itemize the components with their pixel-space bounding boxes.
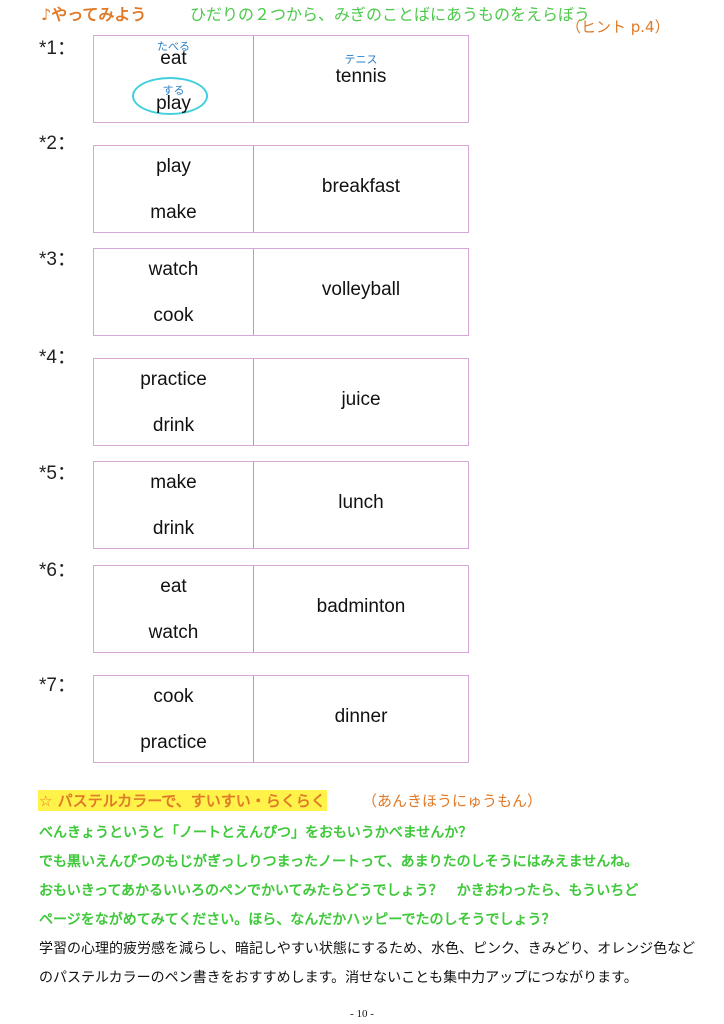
- choice-cell: play make: [94, 146, 254, 232]
- question-box: eat watch badminton: [93, 565, 469, 653]
- question-box: cook practice dinner: [93, 675, 469, 763]
- black-paragraph-line: 学習の心理的疲労感を減らし、暗記しやすい状態にするため、水色、ピンク、きみどり、…: [39, 941, 696, 957]
- ruby-text: テニス: [344, 53, 378, 66]
- choice-cell: たべる eat する play: [94, 36, 254, 122]
- page-number: - 10 -: [350, 1008, 374, 1020]
- choice-word[interactable]: cook: [94, 686, 253, 708]
- choice-cell: eat watch: [94, 566, 254, 652]
- target-cell: volleyball: [254, 249, 468, 335]
- choice-word[interactable]: eat: [94, 48, 253, 70]
- question-number: *2：: [39, 133, 76, 154]
- question-box: play make breakfast: [93, 145, 469, 233]
- choice-cell: make drink: [94, 462, 254, 548]
- target-cell: badminton: [254, 566, 468, 652]
- choice-word[interactable]: cook: [94, 305, 253, 327]
- question-number: *5：: [39, 463, 76, 484]
- green-paragraph-line: でも黒いえんぴつのもじがぎっしりつまったノートって、あまりたのしそうにはみえませ…: [39, 854, 639, 870]
- target-word: juice: [341, 389, 381, 410]
- choice-word[interactable]: make: [94, 472, 253, 494]
- target-word: dinner: [334, 706, 388, 727]
- choice-word[interactable]: play: [94, 93, 253, 115]
- question-box: make drink lunch: [93, 461, 469, 549]
- choice-word[interactable]: eat: [94, 576, 253, 598]
- choice-word[interactable]: drink: [94, 415, 253, 437]
- target-word: breakfast: [321, 176, 401, 197]
- target-word: lunch: [338, 492, 384, 513]
- choice-word[interactable]: play: [94, 156, 253, 178]
- header-hint: （ヒント p.4）: [566, 18, 670, 36]
- target-cell: lunch: [254, 462, 468, 548]
- section-subtitle: （あんきほうにゅうもん）: [362, 792, 543, 810]
- black-paragraph-line: のパステルカラーのペン書きをおすすめします。消せないことも集中力アップにつながり…: [39, 970, 638, 986]
- choice-word[interactable]: practice: [94, 369, 253, 391]
- question-box: たべる eat する play テニス tennis: [93, 35, 469, 123]
- target-cell: breakfast: [254, 146, 468, 232]
- question-number: *6：: [39, 560, 76, 581]
- target-word: volleyball: [321, 279, 401, 300]
- header-title: ♪やってみよう: [41, 5, 147, 24]
- choice-cell: watch cook: [94, 249, 254, 335]
- question-number: *3：: [39, 249, 76, 270]
- choice-word[interactable]: drink: [94, 518, 253, 540]
- header-instruction: ひだりの２つから、みぎのことばにあうものをえらぼう: [190, 5, 591, 24]
- question-number: *7：: [39, 675, 76, 696]
- green-paragraph-line: ページをながめてみてください。ほら、なんだかハッピーでたのしそうでしょう？: [39, 912, 556, 928]
- green-paragraph-line: おもいきってあかるいいろのペンでかいてみたらどうでしょう？ かきおわったら、もう…: [39, 883, 639, 899]
- question-number: *1：: [39, 38, 76, 59]
- section-title: ☆ パステルカラーで、すいすい・らくらく: [38, 790, 327, 811]
- question-box: practice drink juice: [93, 358, 469, 446]
- question-number: *4：: [39, 347, 76, 368]
- green-paragraph-line: べんきょうというと「ノートとえんぴつ」をおもいうかべませんか？: [39, 825, 473, 841]
- target-cell: juice: [254, 359, 468, 445]
- choice-cell: cook practice: [94, 676, 254, 762]
- target-word: tennis: [335, 66, 387, 87]
- question-box: watch cook volleyball: [93, 248, 469, 336]
- choice-word[interactable]: watch: [94, 622, 253, 644]
- target-cell: dinner: [254, 676, 468, 762]
- target-word: badminton: [316, 596, 406, 617]
- target-cell: テニス tennis: [254, 36, 468, 122]
- choice-cell: practice drink: [94, 359, 254, 445]
- choice-word[interactable]: practice: [94, 732, 253, 754]
- choice-word[interactable]: make: [94, 202, 253, 224]
- choice-word[interactable]: watch: [94, 259, 253, 281]
